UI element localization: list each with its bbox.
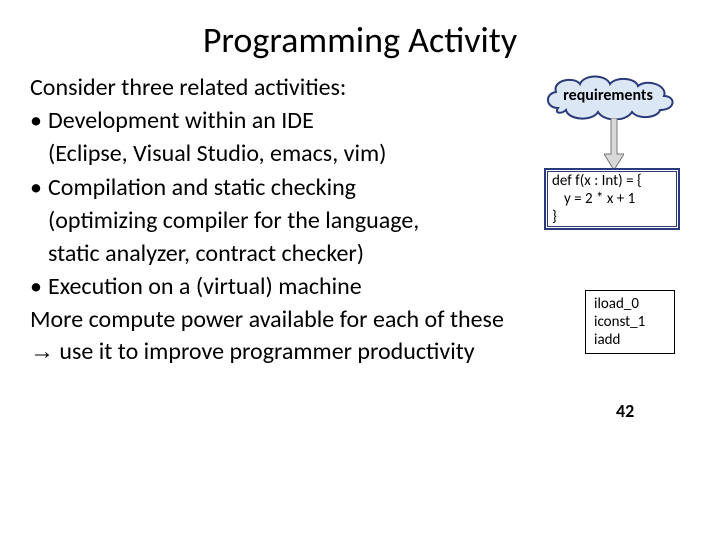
code-box: def f(x : Int) = { y = 2 * x + 1 } bbox=[544, 168, 680, 230]
bullet-text: Execution on a (virtual) machine bbox=[48, 272, 362, 301]
bullet-text: static analyzer, contract checker) bbox=[48, 239, 364, 268]
bullet-text: Development within an IDE bbox=[48, 106, 314, 135]
code-line: def f(x : Int) = { bbox=[552, 172, 672, 190]
code-line: y = 2 * x + 1 bbox=[552, 190, 672, 208]
bullet-item: •Development within an IDE bbox=[30, 105, 690, 136]
bullet-text: (optimizing compiler for the language, bbox=[48, 206, 419, 235]
closing-line: More compute power available for each of… bbox=[30, 304, 690, 335]
code-line: } bbox=[552, 208, 672, 226]
arrow-right-icon: → bbox=[30, 338, 54, 365]
bullet-text: Compilation and static checking bbox=[48, 173, 356, 202]
bullet-sub: static analyzer, contract checker) bbox=[30, 238, 690, 269]
bullet-text: (Eclipse, Visual Studio, emacs, vim) bbox=[48, 139, 386, 168]
bullet-sub: (Eclipse, Visual Studio, emacs, vim) bbox=[30, 138, 690, 169]
closing-text: use it to improve programmer productivit… bbox=[54, 337, 475, 366]
slide-title: Programming Activity bbox=[0, 0, 720, 72]
result-value: 42 bbox=[616, 400, 634, 422]
bullet-item: •Execution on a (virtual) machine bbox=[30, 271, 690, 302]
intro-line: Consider three related activities: bbox=[30, 72, 690, 103]
closing-line: → use it to improve programmer productiv… bbox=[30, 336, 690, 367]
